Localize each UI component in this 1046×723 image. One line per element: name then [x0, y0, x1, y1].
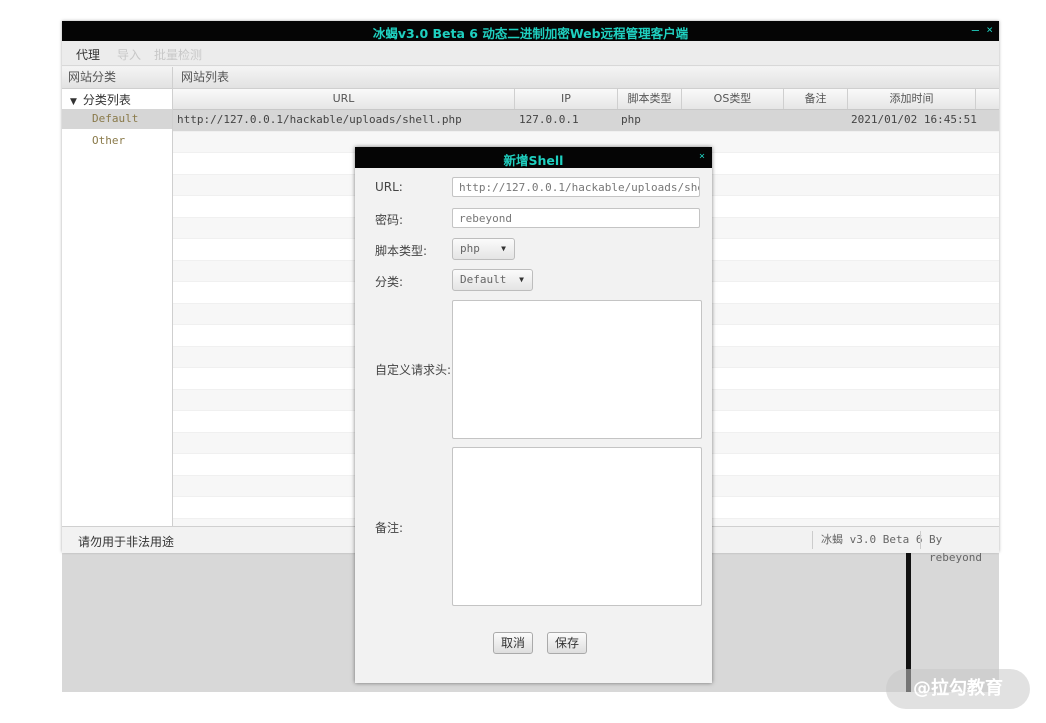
category-value: Default: [460, 273, 507, 286]
dropdown-arrow-icon: ▼: [501, 244, 506, 253]
add-shell-dialog: 新增Shell × URL: http://127.0.0.1/hackable…: [355, 147, 712, 683]
cell-added-time: 2021/01/02 16:45:51: [851, 113, 977, 126]
menu-import[interactable]: 导入: [117, 46, 141, 63]
dialog-title: 新增Shell: [503, 153, 564, 168]
cancel-button[interactable]: 取消: [493, 632, 534, 654]
column-ip[interactable]: IP: [515, 89, 618, 109]
note-textarea[interactable]: [452, 447, 702, 606]
url-label: URL:: [375, 180, 403, 194]
column-note[interactable]: 备注: [784, 89, 848, 109]
password-field[interactable]: rebeyond: [452, 208, 700, 228]
custom-headers-label: 自定义请求头:: [375, 363, 452, 377]
status-version: 冰蝎 v3.0 Beta 6: [812, 531, 930, 549]
column-os-type[interactable]: OS类型: [682, 89, 784, 109]
note-label: 备注:: [375, 521, 404, 535]
tree-root-label: 分类列表: [82, 93, 131, 107]
script-type-select[interactable]: php ▼: [452, 238, 515, 260]
menu-batch-check[interactable]: 批量检测: [154, 46, 202, 63]
tree-root[interactable]: ▼ 分类列表: [70, 91, 131, 108]
column-url[interactable]: URL: [173, 89, 515, 109]
script-type-label: 脚本类型:: [375, 244, 428, 258]
tree-item-label: Default: [92, 112, 139, 125]
save-button[interactable]: 保存: [547, 632, 588, 654]
script-type-value: php: [460, 242, 480, 255]
password-label: 密码:: [375, 213, 404, 227]
watermark-logo: @拉勾教育: [886, 669, 1030, 709]
category-select[interactable]: Default ▼: [452, 269, 533, 291]
category-panel-header: 网站分类: [62, 67, 172, 89]
expand-arrow-icon[interactable]: ▼: [70, 97, 77, 107]
dialog-close-icon[interactable]: ×: [699, 151, 705, 162]
dropdown-arrow-icon: ▼: [519, 275, 524, 284]
minimize-icon[interactable]: –: [972, 23, 979, 37]
category-panel: 网站分类 ▼ 分类列表 Default Other: [62, 67, 173, 526]
table-header: URL IP 脚本类型 OS类型 备注 添加时间: [173, 89, 999, 110]
url-field[interactable]: http://127.0.0.1/hackable/uploads/shell.…: [452, 177, 700, 197]
menu-proxy[interactable]: 代理: [76, 46, 100, 63]
close-icon[interactable]: ×: [986, 23, 993, 36]
window-title: 冰蝎v3.0 Beta 6 动态二进制加密Web远程管理客户端: [372, 26, 689, 41]
tree-item-default[interactable]: Default: [62, 109, 172, 129]
menu-bar: 代理 导入 批量检测: [62, 41, 999, 66]
site-list-header: 网站列表: [173, 67, 999, 89]
table-row[interactable]: http://127.0.0.1/hackable/uploads/shell.…: [173, 110, 999, 132]
status-author: By rebeyond: [920, 531, 999, 564]
dialog-title-bar[interactable]: 新增Shell ×: [355, 147, 712, 168]
column-script-type[interactable]: 脚本类型: [618, 89, 682, 109]
column-added-time[interactable]: 添加时间: [848, 89, 976, 109]
cell-script-type: php: [621, 113, 641, 126]
custom-headers-textarea[interactable]: [452, 300, 702, 439]
status-warning: 请勿用于非法用途: [78, 535, 175, 549]
cell-url: http://127.0.0.1/hackable/uploads/shell.…: [177, 113, 462, 126]
tree-item-other[interactable]: Other: [92, 134, 125, 147]
title-bar[interactable]: 冰蝎v3.0 Beta 6 动态二进制加密Web远程管理客户端 – ×: [62, 21, 999, 41]
cell-ip: 127.0.0.1: [519, 113, 579, 126]
category-label: 分类:: [375, 275, 404, 289]
